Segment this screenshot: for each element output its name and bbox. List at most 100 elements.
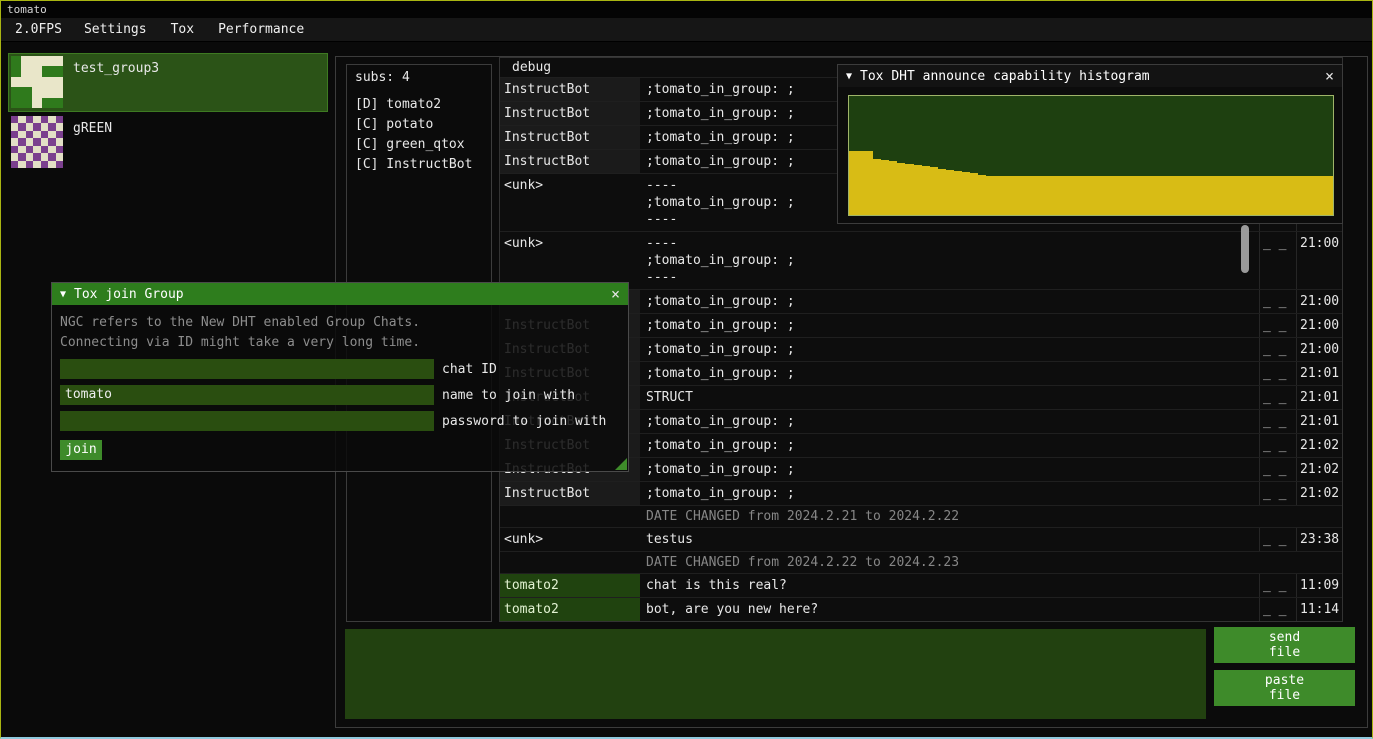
title-bar[interactable]: tomato	[1, 1, 1372, 18]
message-time: 21:02	[1296, 458, 1342, 481]
avatar-pixel	[18, 153, 25, 160]
join-field-label: chat ID	[442, 362, 497, 377]
message-status-flags: _ _	[1259, 314, 1296, 337]
join-field-input[interactable]	[60, 411, 434, 431]
avatar-pixel	[26, 146, 33, 153]
join-field-row: password to join with	[60, 411, 620, 431]
chat-scrollbar[interactable]	[1241, 225, 1249, 273]
histogram-bar	[1268, 176, 1276, 215]
chat-sender-name: <unk>	[500, 528, 640, 551]
join-field-input[interactable]: tomato	[60, 385, 434, 405]
dht-histogram-title: Tox DHT announce capability histogram	[860, 69, 1150, 84]
histogram-bar	[1236, 176, 1244, 215]
close-icon[interactable]: ×	[1325, 67, 1334, 85]
join-group-body: NGC refers to the New DHT enabled Group …	[52, 305, 628, 471]
histogram-bar	[1010, 176, 1018, 215]
avatar-pixel	[33, 146, 40, 153]
histogram-bar	[1309, 176, 1317, 215]
chat-row[interactable]: tomato2chat is this real?_ _11:09	[500, 573, 1342, 597]
subs-title: subs: 4	[355, 70, 483, 85]
group-row[interactable]: test_group3	[9, 54, 327, 111]
paste-file-button[interactable]: paste file	[1214, 670, 1355, 706]
date-changed-text: DATE CHANGED from 2024.2.22 to 2024.2.23	[640, 552, 1342, 573]
chat-row[interactable]: InstructBot;tomato_in_group: ;_ _21:02	[500, 481, 1342, 505]
avatar-pixel	[33, 138, 40, 145]
avatar-pixel	[11, 138, 18, 145]
histogram-bar	[1204, 176, 1212, 215]
histogram-bar	[1115, 176, 1123, 215]
avatar-pixel	[11, 87, 21, 97]
menu-performance[interactable]: Performance	[206, 19, 316, 40]
message-status-flags: _ _	[1259, 290, 1296, 313]
histogram-bar	[1284, 176, 1292, 215]
avatar-pixel	[41, 138, 48, 145]
histogram-bar	[1002, 176, 1010, 215]
histogram-bar	[1123, 176, 1131, 215]
avatar-pixel	[11, 146, 18, 153]
message-line: chat is this real?	[646, 577, 1253, 594]
group-name: gREEN	[73, 116, 112, 136]
histogram-bar	[889, 161, 897, 215]
histogram-bar	[1075, 176, 1083, 215]
avatar-pixel	[53, 66, 63, 76]
group-avatar	[11, 116, 63, 168]
dht-histogram-titlebar[interactable]: ▼ Tox DHT announce capability histogram …	[838, 65, 1342, 87]
histogram-bar	[1325, 176, 1333, 215]
histogram-bar	[1051, 176, 1059, 215]
avatar-pixel	[56, 153, 63, 160]
sub-item[interactable]: [C] green_qtox	[355, 135, 483, 155]
send-file-button[interactable]: send file	[1214, 627, 1355, 663]
group-avatar	[11, 56, 63, 108]
message-input[interactable]	[345, 629, 1206, 719]
sub-item[interactable]: [D] tomato2	[355, 95, 483, 115]
histogram-bar	[954, 171, 962, 215]
message-time: 21:00	[1296, 232, 1342, 289]
join-button[interactable]: join	[60, 440, 102, 460]
avatar-pixel	[48, 161, 55, 168]
chat-message: ;tomato_in_group: ;	[640, 290, 1259, 313]
menu-tox[interactable]: Tox	[159, 19, 206, 40]
histogram-bar	[1212, 176, 1220, 215]
close-icon[interactable]: ×	[611, 285, 620, 303]
chat-row[interactable]: tomato2bot, are you new here?_ _11:14	[500, 597, 1342, 621]
join-field-row: chat ID	[60, 359, 620, 379]
message-status-flags: _ _	[1259, 458, 1296, 481]
chat-row: DATE CHANGED from 2024.2.22 to 2024.2.23	[500, 551, 1342, 573]
avatar-pixel	[21, 98, 31, 108]
avatar-pixel	[11, 56, 21, 66]
avatar-pixel	[11, 161, 18, 168]
resize-grip[interactable]	[615, 458, 627, 470]
dht-histogram-window: ▼ Tox DHT announce capability histogram …	[837, 64, 1343, 224]
avatar-pixel	[26, 161, 33, 168]
sub-item[interactable]: [C] InstructBot	[355, 155, 483, 175]
collapse-arrow-icon[interactable]: ▼	[846, 71, 852, 82]
histogram-bar	[1196, 176, 1204, 215]
histogram-bar	[905, 164, 913, 215]
avatar-pixel	[53, 56, 63, 66]
histogram-bar	[873, 159, 881, 215]
histogram-plot[interactable]	[848, 95, 1334, 216]
histogram-bar	[978, 175, 986, 215]
avatar-pixel	[53, 98, 63, 108]
chat-row[interactable]: <unk>----;tomato_in_group: ;----_ _21:00	[500, 231, 1342, 289]
chat-row[interactable]: <unk>testus_ _23:38	[500, 527, 1342, 551]
histogram-bar	[1099, 176, 1107, 215]
avatar-pixel	[33, 123, 40, 130]
chat-message: STRUCT	[640, 386, 1259, 409]
avatar-pixel	[26, 138, 33, 145]
collapse-arrow-icon[interactable]: ▼	[60, 289, 66, 300]
group-row[interactable]: gREEN	[9, 114, 327, 171]
menu-settings[interactable]: Settings	[72, 19, 159, 40]
chat-message: ;tomato_in_group: ;	[640, 482, 1259, 505]
avatar-pixel	[42, 56, 52, 66]
sub-item[interactable]: [C] potato	[355, 115, 483, 135]
avatar-pixel	[42, 77, 52, 87]
histogram-bar	[1067, 176, 1075, 215]
message-status-flags: _ _	[1259, 574, 1296, 597]
join-field-input[interactable]	[60, 359, 434, 379]
histogram-bar	[1163, 176, 1171, 215]
histogram-bar	[1018, 176, 1026, 215]
avatar-pixel	[42, 87, 52, 97]
chat-message: ;tomato_in_group: ;	[640, 314, 1259, 337]
join-group-titlebar[interactable]: ▼ Tox join Group ×	[52, 283, 628, 305]
